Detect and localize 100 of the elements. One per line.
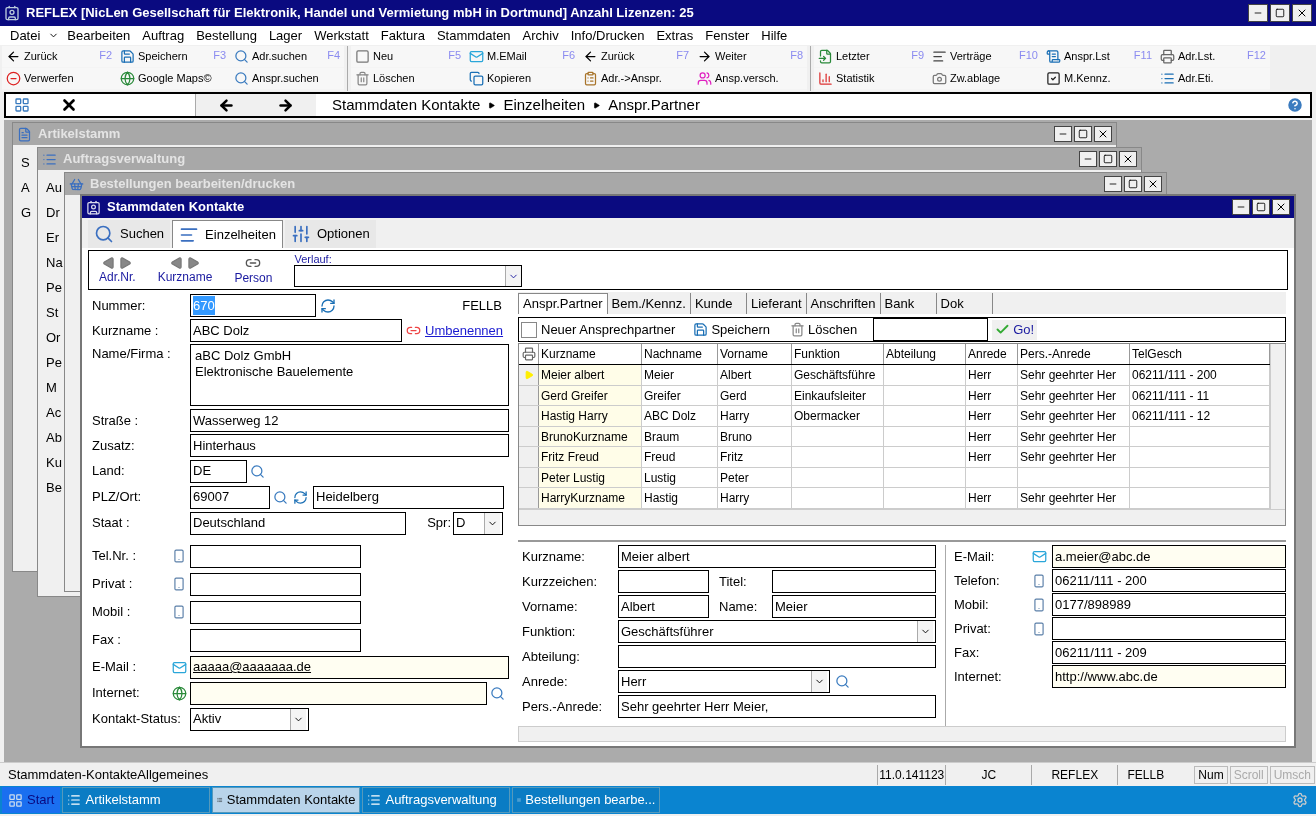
- help-icon[interactable]: [1286, 96, 1304, 114]
- menu-item[interactable]: Auftrag: [136, 25, 191, 46]
- horizontal-scrollbar[interactable]: [518, 726, 1286, 742]
- column-header[interactable]: Nachname: [642, 344, 718, 365]
- input-field[interactable]: 06211/111 - 209: [1052, 641, 1286, 664]
- menu-item[interactable]: Werkstatt: [308, 25, 375, 46]
- input-field[interactable]: 69007: [190, 485, 270, 509]
- column-header[interactable]: Kurzname: [539, 344, 642, 365]
- input-field[interactable]: Meier: [772, 595, 936, 618]
- menu-item[interactable]: Lager: [262, 25, 309, 46]
- printer-icon[interactable]: [521, 347, 536, 362]
- search-icon[interactable]: [490, 685, 505, 701]
- close-button[interactable]: [1272, 199, 1290, 215]
- taskbar-item[interactable]: Artikelstamm: [62, 787, 211, 813]
- menu-item[interactable]: Bestellung: [190, 25, 263, 46]
- function-dropdown[interactable]: Geschäftsführer: [618, 620, 936, 643]
- windows-grid-icon[interactable]: [14, 97, 30, 113]
- column-header[interactable]: Pers.-Anrede: [1018, 344, 1130, 365]
- status-dropdown[interactable]: Aktiv: [190, 707, 309, 731]
- detail-tab[interactable]: Anspr.Partner: [518, 293, 608, 314]
- input-field[interactable]: 0177/898989: [1052, 593, 1286, 616]
- input-field[interactable]: a.meier@abc.de: [1052, 545, 1286, 568]
- view-tab[interactable]: Optionen: [284, 220, 376, 248]
- input-field[interactable]: [190, 572, 361, 596]
- menu-item[interactable]: Info/Drucken: [564, 25, 651, 46]
- close-button[interactable]: [1292, 4, 1312, 22]
- menu-item[interactable]: Hilfe: [755, 25, 794, 46]
- minimize-button[interactable]: [1232, 199, 1250, 215]
- menu-item[interactable]: Fenster: [699, 25, 756, 46]
- search-icon[interactable]: [273, 489, 288, 505]
- new-contact-checkbox[interactable]: [521, 321, 537, 338]
- view-tab[interactable]: Suchen: [88, 220, 171, 248]
- horizontal-scrollbar[interactable]: [519, 509, 1285, 525]
- input-field[interactable]: DE: [190, 459, 247, 483]
- language-dropdown[interactable]: D: [453, 511, 503, 535]
- input-field[interactable]: Deutschland: [190, 511, 406, 535]
- column-header[interactable]: Anrede: [966, 344, 1018, 365]
- maximize-button[interactable]: [1124, 176, 1142, 192]
- save-button[interactable]: Speichern: [693, 319, 770, 340]
- nav-button[interactable]: Kurzname: [157, 256, 213, 284]
- name-textarea[interactable]: aBC Dolz GmbH Elektronische Bauelemente: [190, 344, 509, 406]
- delete-button[interactable]: Löschen: [789, 319, 858, 340]
- breadcrumb-item[interactable]: Stammdaten Kontakte: [332, 93, 481, 117]
- input-field[interactable]: [190, 628, 361, 652]
- minimize-button[interactable]: [1079, 151, 1097, 167]
- menu-item[interactable]: Extras: [650, 25, 700, 46]
- close-button[interactable]: [1119, 151, 1137, 167]
- input-field[interactable]: Sehr geehrter Herr Meier,: [618, 695, 936, 718]
- salutation-dropdown[interactable]: Herr: [618, 670, 830, 693]
- column-header[interactable]: Vorname: [718, 344, 792, 365]
- input-field[interactable]: http://www.abc.de: [1052, 665, 1286, 688]
- input-field[interactable]: Heidelberg: [313, 485, 504, 509]
- minimize-button[interactable]: [1054, 126, 1072, 142]
- input-field[interactable]: ABC Dolz: [190, 319, 402, 342]
- input-field[interactable]: [618, 645, 936, 668]
- refresh-icon[interactable]: [293, 489, 308, 505]
- input-field[interactable]: Wasserweg 12: [190, 409, 509, 432]
- rename-link[interactable]: Umbenennen: [425, 320, 504, 341]
- menu-item[interactable]: Stammdaten: [430, 25, 517, 46]
- back-arrow-icon[interactable]: [218, 96, 235, 114]
- close-button[interactable]: [1144, 176, 1162, 192]
- view-tab[interactable]: Einzelheiten: [172, 220, 283, 248]
- history-dropdown[interactable]: [294, 265, 523, 287]
- minimize-button[interactable]: [1104, 176, 1122, 192]
- search-field[interactable]: [873, 318, 989, 341]
- taskbar-item[interactable]: Bestellungen bearbe...: [512, 787, 661, 813]
- nav-button[interactable]: Adr.Nr.: [99, 256, 136, 284]
- input-field[interactable]: [772, 570, 936, 593]
- menu-item[interactable]: Datei: [4, 25, 47, 46]
- maximize-button[interactable]: [1099, 151, 1117, 167]
- search-icon[interactable]: [250, 463, 265, 479]
- input-field[interactable]: aaaaa@aaaaaaa.de: [190, 655, 509, 679]
- column-header[interactable]: Abteilung: [884, 344, 966, 365]
- close-icon[interactable]: [60, 96, 78, 114]
- maximize-button[interactable]: [1270, 4, 1290, 22]
- input-field[interactable]: Hinterhaus: [190, 434, 509, 457]
- breadcrumb-item[interactable]: Anspr.Partner: [608, 93, 700, 117]
- input-field[interactable]: [190, 544, 361, 568]
- input-field[interactable]: [1052, 617, 1286, 640]
- go-button[interactable]: Go!: [992, 319, 1038, 340]
- menu-item[interactable]: Faktura: [374, 25, 431, 46]
- maximize-button[interactable]: [1074, 126, 1092, 142]
- nav-button[interactable]: Person: [234, 255, 273, 285]
- refresh-icon[interactable]: [320, 297, 336, 314]
- input-field[interactable]: [190, 681, 487, 705]
- minimize-button[interactable]: [1248, 4, 1268, 22]
- input-field[interactable]: [190, 600, 361, 624]
- breadcrumb-item[interactable]: Einzelheiten: [503, 93, 586, 117]
- taskbar-item[interactable]: Stammdaten Kontakte: [212, 787, 361, 813]
- column-header[interactable]: Funktion: [792, 344, 884, 365]
- input-field[interactable]: Albert: [618, 595, 709, 618]
- vertical-scrollbar[interactable]: [1270, 344, 1285, 509]
- input-field[interactable]: [618, 570, 709, 593]
- menu-item[interactable]: Archiv: [516, 25, 565, 46]
- maximize-button[interactable]: [1252, 199, 1270, 215]
- input-field[interactable]: Meier albert: [618, 545, 936, 568]
- input-field[interactable]: 06211/111 - 200: [1052, 569, 1286, 592]
- settings-icon[interactable]: [1292, 792, 1308, 808]
- search-icon[interactable]: [835, 674, 850, 689]
- close-button[interactable]: [1094, 126, 1112, 142]
